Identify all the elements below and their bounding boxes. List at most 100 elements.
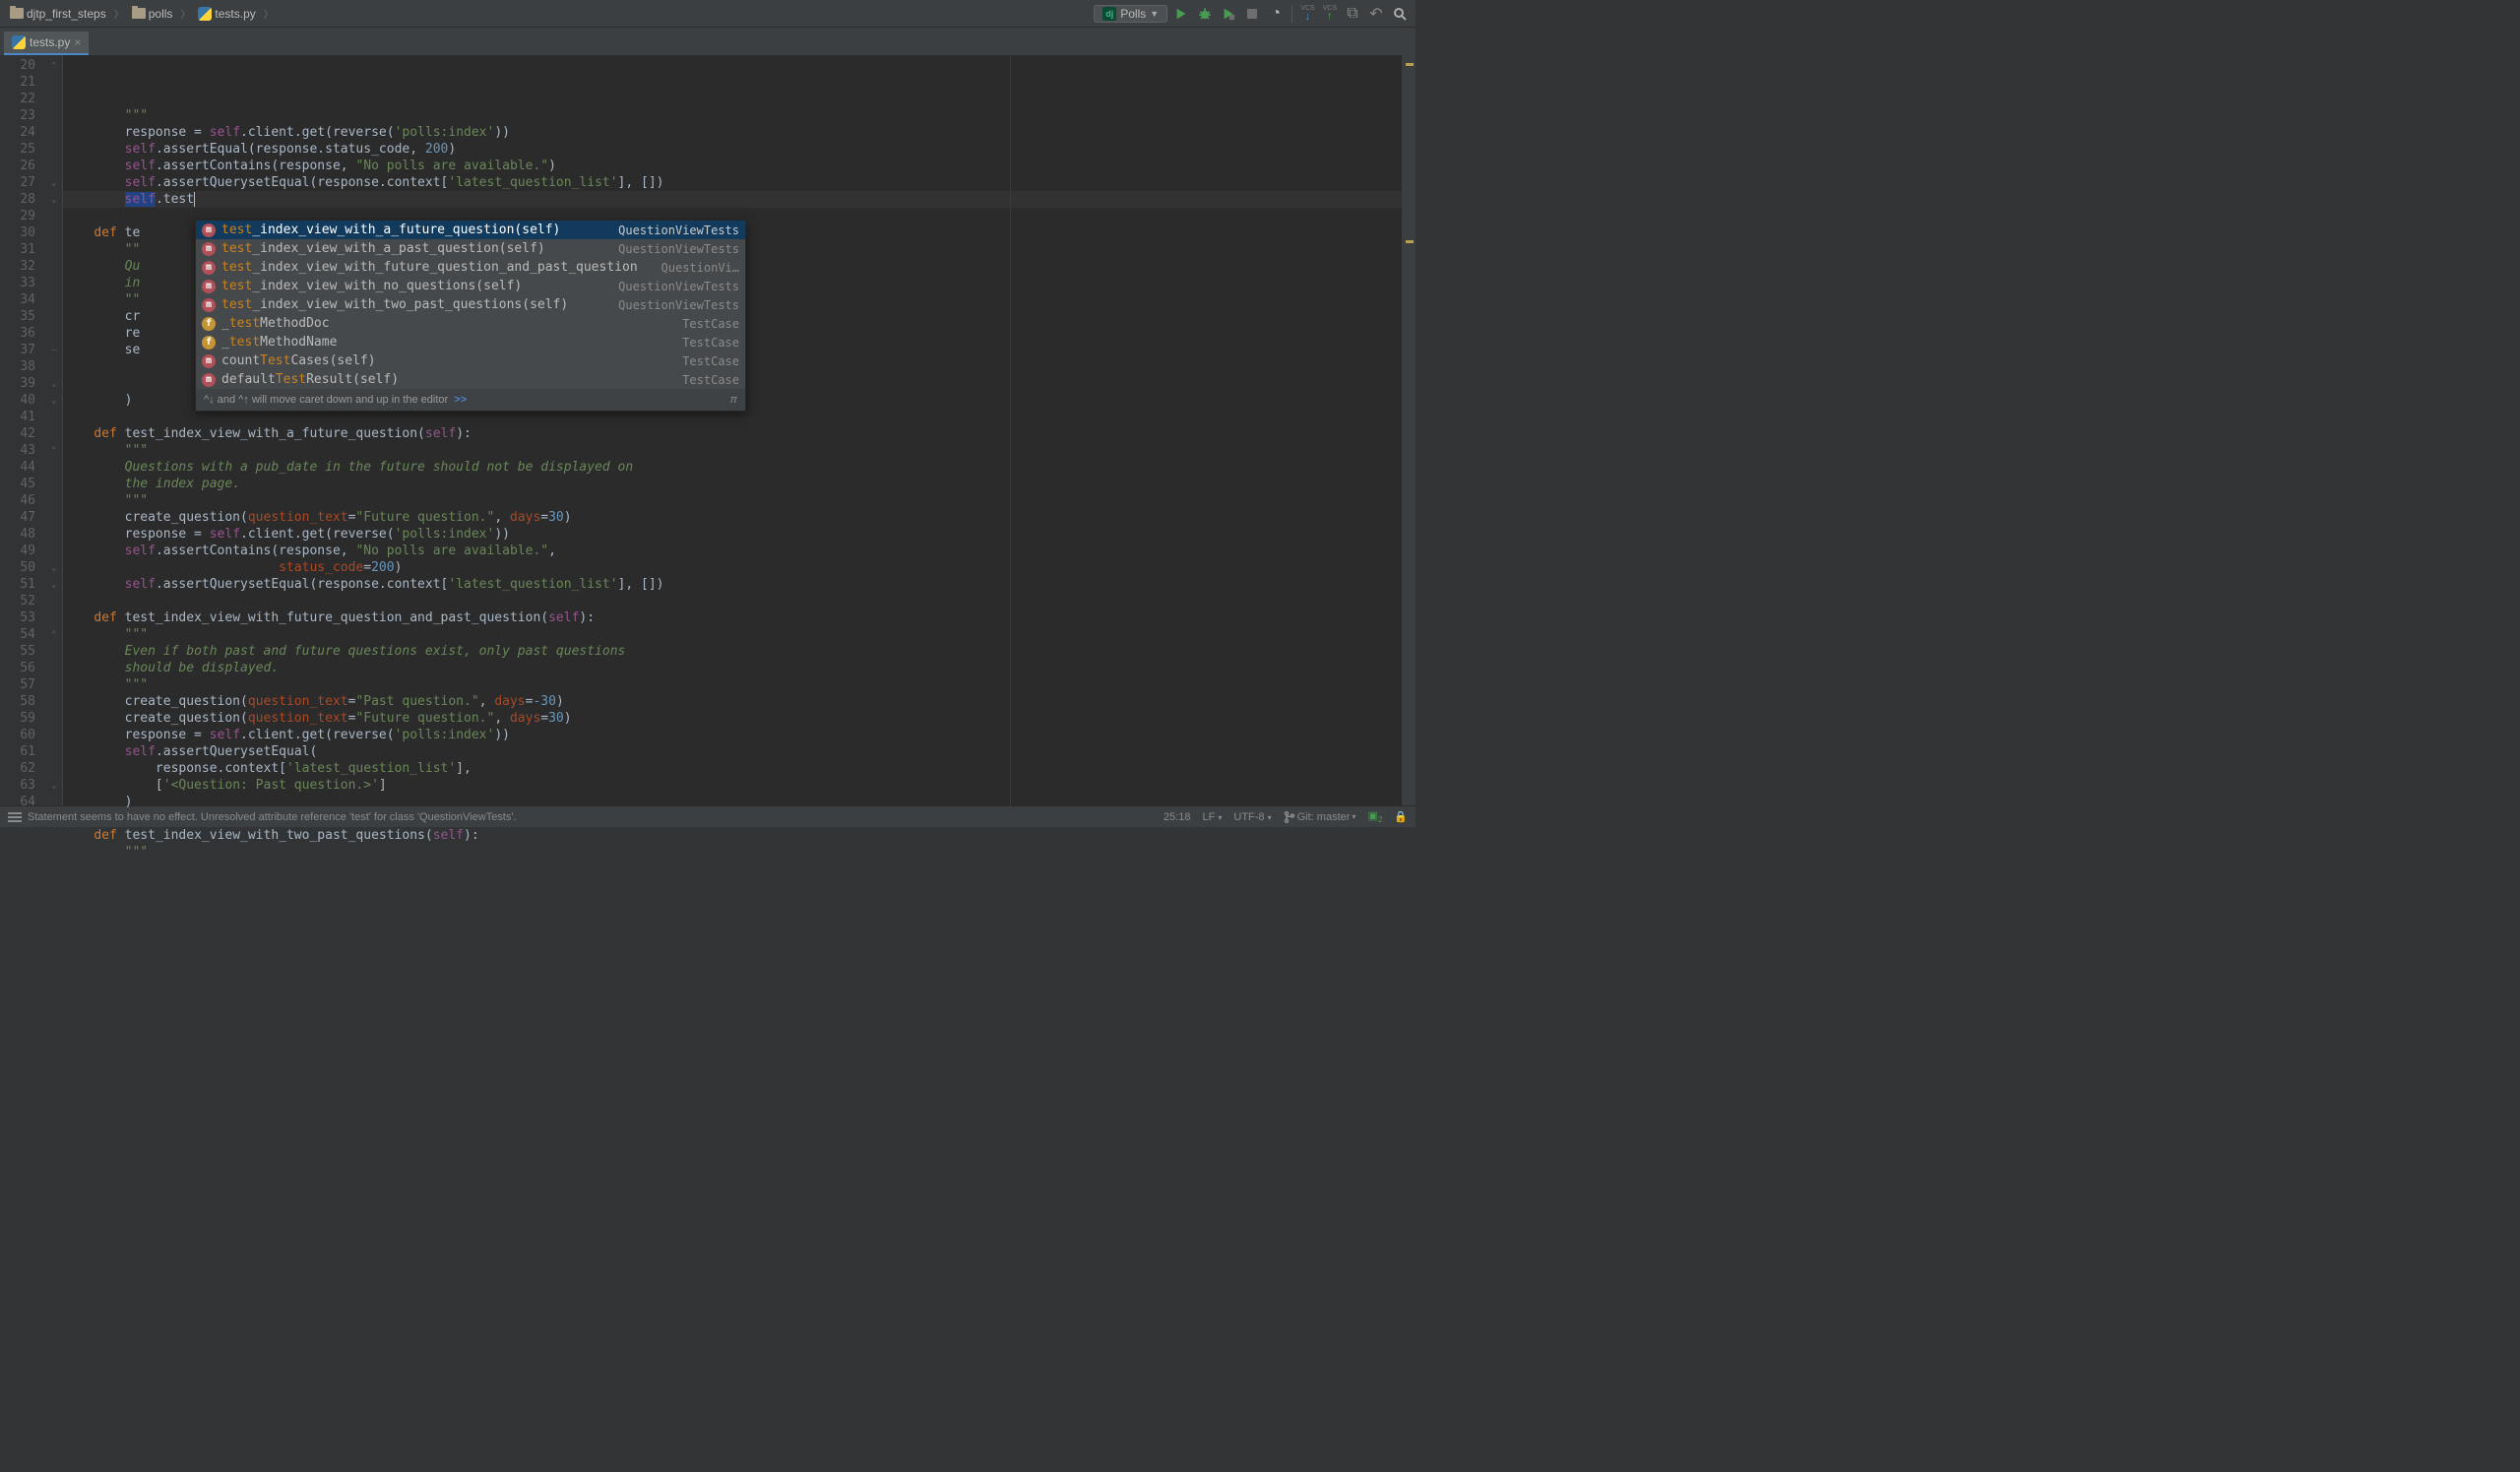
code-line[interactable]: """ <box>63 442 1402 459</box>
method-icon: m <box>202 224 216 237</box>
code-line[interactable]: the index page. <box>63 476 1402 492</box>
code-line[interactable]: self.assertQuerysetEqual(response.contex… <box>63 174 1402 191</box>
fold-toggle-icon[interactable]: ⌄ <box>51 175 56 192</box>
line-number: 62 <box>0 760 35 777</box>
code-line[interactable]: def test_index_view_with_two_past_questi… <box>63 827 1402 844</box>
code-line[interactable]: create_question(question_text="Future qu… <box>63 509 1402 526</box>
line-number: 46 <box>0 492 35 509</box>
completion-item[interactable]: mtest_index_view_with_a_future_question(… <box>196 221 745 239</box>
fold-toggle-icon[interactable]: ⌃ <box>51 58 56 75</box>
line-number: 38 <box>0 358 35 375</box>
code-line[interactable]: self.assertQuerysetEqual( <box>63 743 1402 760</box>
run-configuration-selector[interactable]: dj Polls ▼ <box>1094 5 1167 23</box>
pi-icon: π <box>730 394 737 406</box>
tool-window-toggle-icon[interactable] <box>8 812 22 822</box>
line-number: 31 <box>0 241 35 258</box>
line-number: 42 <box>0 425 35 442</box>
line-number: 59 <box>0 710 35 727</box>
undo-icon[interactable]: ↶ <box>1366 4 1386 24</box>
completion-item[interactable]: mdefaultTestResult(self)TestCase <box>196 370 745 389</box>
code-line[interactable] <box>63 810 1402 827</box>
completion-class: QuestionVi… <box>662 261 739 275</box>
code-line[interactable]: self.assertContains(response, "No polls … <box>63 158 1402 174</box>
fold-toggle-icon[interactable]: ⌄ <box>51 393 56 410</box>
code-line[interactable]: def test_index_view_with_future_question… <box>63 609 1402 626</box>
profiler-icon[interactable]: ◔ <box>1266 4 1286 24</box>
breadcrumb-djtp_first_steps[interactable]: djtp_first_steps <box>6 5 110 23</box>
completion-item[interactable]: f_testMethodNameTestCase <box>196 333 745 352</box>
fold-toggle-icon[interactable]: ⌄ <box>51 560 56 577</box>
breadcrumb-tests-py[interactable]: tests.py <box>194 5 259 23</box>
code-line[interactable]: """ <box>63 844 1402 861</box>
code-line[interactable]: create_question(question_text="Future qu… <box>63 710 1402 727</box>
code-line[interactable]: self.assertQuerysetEqual(response.contex… <box>63 576 1402 593</box>
line-number: 61 <box>0 743 35 760</box>
completion-item[interactable]: mtest_index_view_with_two_past_questions… <box>196 295 745 314</box>
folder-icon <box>10 8 24 19</box>
code-line[interactable]: def test_index_view_with_a_future_questi… <box>63 425 1402 442</box>
vcs-update-button[interactable]: VCS↓ <box>1300 6 1314 21</box>
line-number: 47 <box>0 509 35 526</box>
code-line[interactable]: self.assertContains(response, "No polls … <box>63 543 1402 559</box>
run-with-coverage-button[interactable] <box>1219 4 1238 24</box>
code-line[interactable]: Even if both past and future questions e… <box>63 643 1402 660</box>
debug-button[interactable] <box>1195 4 1215 24</box>
code-line[interactable]: """ <box>63 626 1402 643</box>
completion-item[interactable]: f_testMethodDocTestCase <box>196 314 745 333</box>
fold-toggle-icon[interactable]: ⌄ <box>51 778 56 795</box>
completion-item[interactable]: mtest_index_view_with_future_question_an… <box>196 258 745 277</box>
fold-toggle-icon[interactable]: ⌃ <box>51 627 56 644</box>
field-icon: f <box>202 336 216 350</box>
completion-footer: ^↓ and ^↑ will move caret down and up in… <box>196 389 745 411</box>
code-line[interactable]: self.assertEqual(response.status_code, 2… <box>63 141 1402 158</box>
code-completion-popup[interactable]: mtest_index_view_with_a_future_question(… <box>195 220 746 412</box>
completion-label: test_index_view_with_no_questions(self) <box>221 279 612 293</box>
stop-button[interactable] <box>1242 4 1262 24</box>
toolbar: dj Polls ▼ ◔ VCS↓ VCS↑ ⧉ ↶ <box>1094 4 1410 24</box>
code-line[interactable]: Questions with a pub_date in the future … <box>63 459 1402 476</box>
method-icon: m <box>202 373 216 387</box>
run-button[interactable] <box>1171 4 1191 24</box>
code-line[interactable] <box>63 593 1402 609</box>
line-number: 21 <box>0 74 35 91</box>
completion-class: TestCase <box>682 354 739 368</box>
code-line[interactable]: should be displayed. <box>63 660 1402 676</box>
python-file-icon <box>12 35 26 49</box>
code-line[interactable]: response = self.client.get(reverse('poll… <box>63 124 1402 141</box>
line-number: 64 <box>0 794 35 810</box>
completion-item[interactable]: mtest_index_view_with_no_questions(self)… <box>196 277 745 295</box>
code-line[interactable]: """ <box>63 676 1402 693</box>
line-number: 36 <box>0 325 35 342</box>
code-line[interactable]: """ <box>63 492 1402 509</box>
fold-toggle-icon[interactable]: ⌄ <box>51 577 56 594</box>
vcs-history-icon[interactable]: ⧉ <box>1343 4 1362 24</box>
code-line[interactable]: status_code=200) <box>63 559 1402 576</box>
code-line[interactable]: response = self.client.get(reverse('poll… <box>63 526 1402 543</box>
search-everywhere-icon[interactable] <box>1390 4 1410 24</box>
completion-more-link[interactable]: >> <box>454 394 467 406</box>
code-line[interactable]: ) <box>63 794 1402 810</box>
error-stripe[interactable] <box>1402 55 1416 805</box>
fold-toggle-icon[interactable]: ⌃ <box>51 443 56 460</box>
fold-toggle-icon[interactable]: — <box>51 343 56 359</box>
code-area[interactable]: """ response = self.client.get(reverse('… <box>63 55 1402 805</box>
warning-marker[interactable] <box>1406 63 1414 66</box>
completion-item[interactable]: mtest_index_view_with_a_past_question(se… <box>196 239 745 258</box>
breadcrumb-polls[interactable]: polls <box>128 5 177 23</box>
close-tab-icon[interactable]: × <box>74 35 81 49</box>
code-line[interactable]: self.test <box>63 191 1402 208</box>
code-line[interactable]: ['<Question: Past question.>'] <box>63 777 1402 794</box>
code-line[interactable]: create_question(question_text="Past ques… <box>63 693 1402 710</box>
editor[interactable]: 2021222324252627282930313233343536373839… <box>0 55 1416 805</box>
code-line[interactable]: response = self.client.get(reverse('poll… <box>63 727 1402 743</box>
fold-toggle-icon[interactable]: ⌄ <box>51 192 56 209</box>
fold-gutter[interactable]: ⌃⌄⌄—⌄⌄⌃⌄⌄⌃⌄ <box>49 55 63 805</box>
code-line[interactable]: response.context['latest_question_list']… <box>63 760 1402 777</box>
vcs-commit-button[interactable]: VCS↑ <box>1323 6 1337 21</box>
fold-toggle-icon[interactable]: ⌄ <box>51 376 56 393</box>
notification-icon[interactable]: ▣2 <box>1367 809 1382 824</box>
warning-marker[interactable] <box>1406 240 1414 243</box>
editor-tab-tests[interactable]: tests.py × <box>4 32 89 55</box>
code-line[interactable]: """ <box>63 107 1402 124</box>
completion-item[interactable]: mcountTestCases(self)TestCase <box>196 352 745 370</box>
